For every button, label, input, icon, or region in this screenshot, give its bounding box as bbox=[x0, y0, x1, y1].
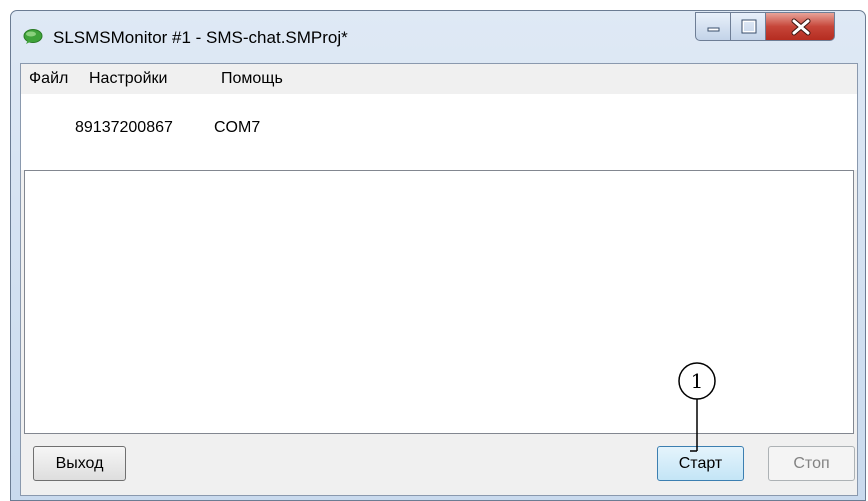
minimize-button[interactable] bbox=[695, 12, 731, 41]
phone-number: 89137200867 bbox=[75, 119, 173, 136]
title-bar[interactable]: SLSMSMonitor #1 - SMS-chat.SMProj* bbox=[11, 11, 865, 63]
maximize-icon bbox=[741, 19, 757, 34]
message-log-area[interactable] bbox=[24, 170, 854, 434]
speech-bubble-icon bbox=[23, 29, 43, 45]
client-area: Файл Настройки Помощь 89137200867 COM7 В… bbox=[20, 63, 858, 496]
app-window: SLSMSMonitor #1 - SMS-chat.SMProj* Файл … bbox=[10, 10, 866, 501]
menu-settings[interactable]: Настройки bbox=[89, 70, 167, 88]
menu-file[interactable]: Файл bbox=[29, 70, 68, 88]
start-button[interactable]: Старт bbox=[657, 446, 744, 481]
close-button[interactable] bbox=[765, 12, 835, 41]
minimize-icon bbox=[707, 27, 720, 32]
close-icon bbox=[791, 18, 811, 36]
menu-bar: Файл Настройки Помощь bbox=[21, 64, 857, 94]
device-info-row: 89137200867 COM7 bbox=[21, 94, 857, 170]
exit-button[interactable]: Выход bbox=[33, 446, 126, 481]
menu-help[interactable]: Помощь bbox=[221, 70, 283, 88]
com-port: COM7 bbox=[214, 119, 261, 136]
stop-button: Стоп bbox=[768, 446, 855, 481]
maximize-button[interactable] bbox=[730, 12, 766, 41]
window-title: SLSMSMonitor #1 - SMS-chat.SMProj* bbox=[53, 28, 348, 47]
